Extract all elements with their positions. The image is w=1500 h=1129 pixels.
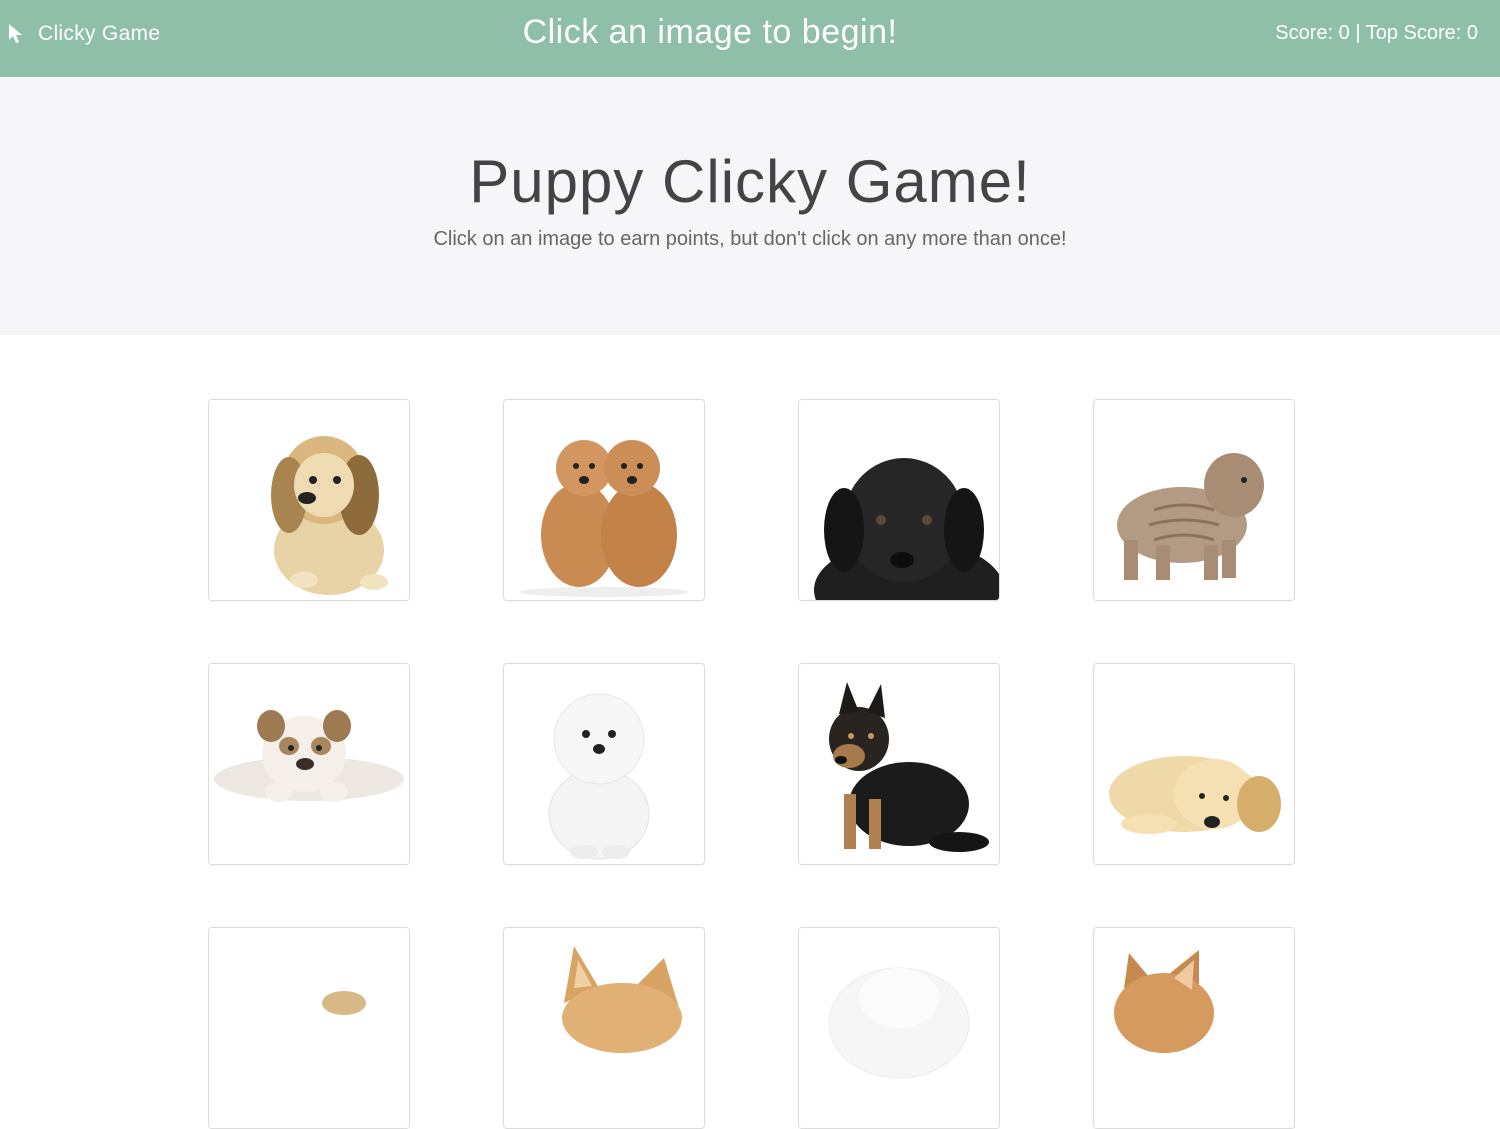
page-title: Puppy Clicky Game! — [469, 148, 1031, 215]
puppy-maltese-image — [504, 664, 704, 864]
puppy-card[interactable] — [1093, 663, 1295, 865]
puppy-golden-retriever-image — [1094, 664, 1294, 864]
jumbotron: Puppy Clicky Game! Click on an image to … — [0, 77, 1500, 335]
cursor-pointer-icon — [8, 23, 24, 45]
puppy-card[interactable] — [798, 927, 1000, 1129]
puppy-shar-pei-image — [1094, 400, 1294, 600]
brand-link[interactable]: Clicky Game — [8, 22, 160, 46]
page-subtitle: Click on an image to earn points, but do… — [433, 228, 1067, 250]
puppy-black-lab-image — [799, 400, 999, 600]
puppy-card[interactable] — [503, 663, 705, 865]
puppy-card[interactable] — [503, 927, 705, 1129]
puppy-poodles-image — [504, 400, 704, 600]
puppy-white-fluffy-image — [799, 928, 999, 1128]
puppy-german-shepherd-image — [799, 664, 999, 864]
brand-label: Clicky Game — [38, 22, 161, 45]
puppy-card[interactable] — [1093, 927, 1295, 1129]
puppy-card[interactable] — [798, 663, 1000, 865]
puppy-card[interactable] — [208, 927, 410, 1129]
puppy-card[interactable] — [208, 663, 410, 865]
navbar: Clicky Game Click an image to begin! Sco… — [0, 0, 1500, 77]
puppy-card[interactable] — [503, 399, 705, 601]
puppy-card[interactable] — [1093, 399, 1295, 601]
puppy-image-9 — [209, 928, 409, 1128]
game-status-message: Click an image to begin! — [522, 13, 898, 51]
puppy-corgi-ears-image — [504, 928, 704, 1128]
puppy-dachshund-image — [209, 400, 409, 600]
puppy-card[interactable] — [798, 399, 1000, 601]
puppy-corgi-image — [1094, 928, 1294, 1128]
puppy-card[interactable] — [208, 399, 410, 601]
scoreboard: Score: 0 | Top Score: 0 — [1275, 22, 1478, 44]
puppy-bulldog-image — [209, 664, 409, 864]
